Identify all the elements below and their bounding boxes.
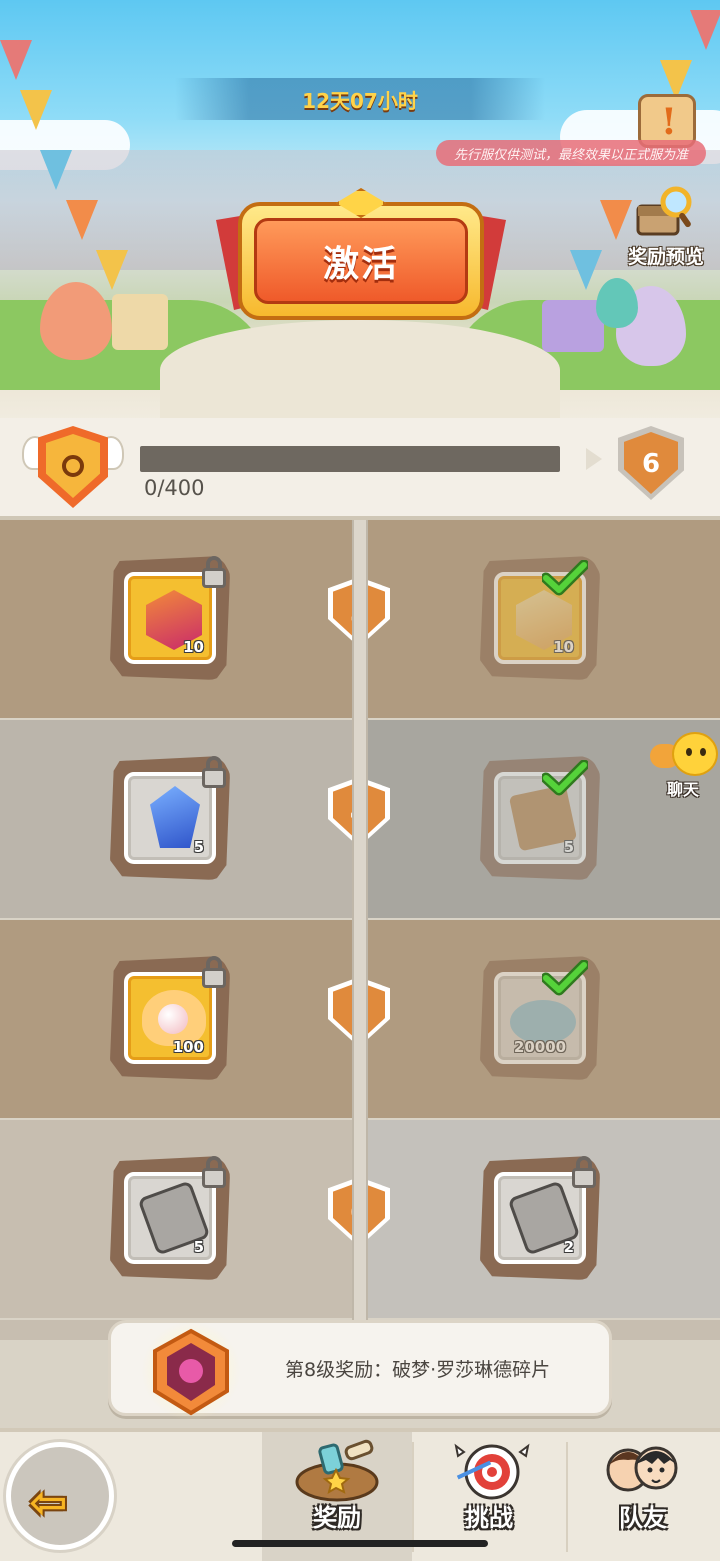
- treasure-bag-icon: [295, 1439, 379, 1502]
- bunting-flag: [570, 250, 602, 290]
- bunting-flag: [40, 150, 72, 190]
- home-indicator[interactable]: [232, 1540, 488, 1547]
- track-divider: [352, 520, 368, 1340]
- next-level-badge: 6: [618, 426, 684, 500]
- blue-crystal-icon: [150, 786, 200, 848]
- premium-reward-cell: 20000: [368, 920, 720, 1118]
- egg-decoration: [40, 282, 112, 360]
- xp-progress-text: 0/400: [144, 476, 205, 500]
- current-level-badge: [22, 424, 124, 516]
- reward-slot[interactable]: 5: [110, 1156, 230, 1280]
- reward-slot[interactable]: 5: [110, 756, 230, 880]
- arrow-left-icon: ⇦: [29, 1475, 68, 1529]
- tab-challenge-label: 挑战: [465, 1504, 513, 1532]
- tab-teammates-label: 队友: [619, 1504, 667, 1532]
- activate-label: 激活: [322, 244, 399, 285]
- checkmark-icon: [542, 560, 588, 596]
- reward-slot[interactable]: 2: [480, 1156, 600, 1280]
- milestone-reward-icon: [141, 1321, 241, 1421]
- bunting-flag: [0, 40, 32, 80]
- reward-count: 5: [193, 1238, 204, 1256]
- bunting-flag: [20, 90, 52, 130]
- bunting-flag: [690, 10, 720, 50]
- lock-icon: [200, 756, 228, 788]
- reward-slot[interactable]: 10: [110, 556, 230, 680]
- hero-shard-icon: [153, 1328, 229, 1416]
- countdown-text: 12天07小时: [302, 88, 418, 113]
- target-icon: [454, 1443, 530, 1500]
- egg-decoration: [596, 278, 638, 328]
- bunting-flag: [66, 200, 98, 240]
- checkmark-icon: [542, 760, 588, 796]
- teammates-icon: [606, 1446, 678, 1492]
- pearl-icon: [158, 1004, 188, 1034]
- reward-count: 5: [563, 838, 574, 856]
- xp-progress-bar: [140, 446, 560, 472]
- tab-teammates[interactable]: 队友: [568, 1432, 718, 1561]
- bunting-flag: [96, 250, 128, 290]
- milestone-reward-text: 第8级奖励：破梦·罗莎琳德碎片: [285, 1358, 551, 1381]
- lock-icon: [570, 1156, 598, 1188]
- free-reward-cell: 5: [0, 720, 352, 918]
- free-reward-cell: 5: [0, 1120, 352, 1318]
- reward-slot[interactable]: 100: [110, 956, 230, 1080]
- test-server-notice: 先行服仅供测试，最终效果以正式服为准: [436, 140, 706, 166]
- activate-plate: 激活: [254, 218, 468, 304]
- reward-count: 2: [563, 1238, 574, 1256]
- level-progress-panel: 0/400 6: [0, 418, 720, 520]
- reward-preview-button[interactable]: 奖励预览: [618, 184, 714, 270]
- event-banner: 12天07小时 ! 先行服仅供测试，最终效果以正式服为准 奖励预览 激活: [0, 0, 720, 420]
- free-reward-cell: 100: [0, 920, 352, 1118]
- reward-count: 10: [553, 638, 574, 656]
- gift-decoration: [542, 300, 604, 352]
- chat-button[interactable]: 聊天: [646, 730, 720, 800]
- tab-rewards-label: 奖励: [313, 1504, 361, 1532]
- reward-count: 20000: [513, 1038, 567, 1056]
- premium-reward-cell: 2: [368, 1120, 720, 1318]
- lock-icon: [200, 556, 228, 588]
- arrow-right-icon: [586, 448, 602, 470]
- back-button[interactable]: ⇦: [6, 1442, 114, 1550]
- next-level-number: 6: [624, 432, 678, 494]
- road: [160, 320, 560, 420]
- activate-button[interactable]: 激活: [216, 188, 506, 324]
- lock-icon: [200, 1156, 228, 1188]
- smiley-face-icon: [672, 732, 718, 776]
- reward-count: 100: [172, 1038, 204, 1056]
- magnifier-chest-icon: [636, 186, 692, 236]
- chat-label: 聊天: [666, 780, 699, 799]
- reward-count: 10: [183, 638, 204, 656]
- premium-reward-cell: 10: [368, 520, 720, 718]
- gift-decoration: [112, 294, 168, 350]
- lock-icon: [200, 956, 228, 988]
- reward-preview-label: 奖励预览: [627, 246, 704, 268]
- reward-count: 5: [193, 838, 204, 856]
- free-reward-cell: 10: [0, 520, 352, 718]
- reward-track[interactable]: 10 10 3: [0, 520, 720, 1340]
- milestone-reward-banner[interactable]: 第8级奖励：破梦·罗莎琳德碎片: [108, 1320, 612, 1421]
- countdown-bar: 12天07小时: [175, 78, 545, 120]
- checkmark-icon: [542, 960, 588, 996]
